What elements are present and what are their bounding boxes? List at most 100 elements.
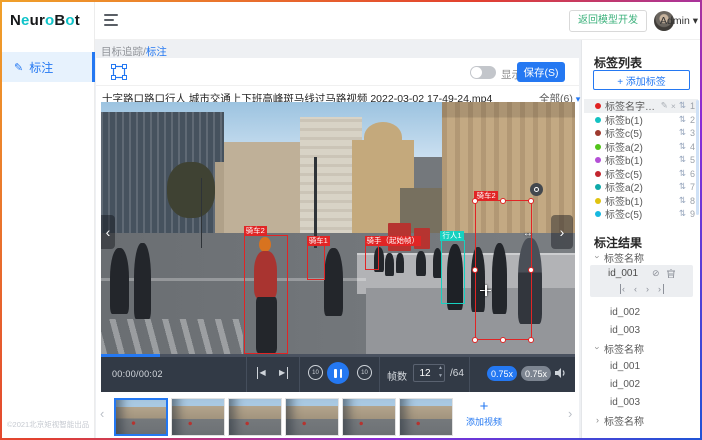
result-id-row[interactable]: id_002 [584, 304, 698, 320]
label-row[interactable]: 标签a(2) ⇅ 7 [584, 180, 698, 194]
frame-spin-down[interactable]: ▼ [437, 374, 444, 379]
add-label-button[interactable]: + 添加标签 [593, 70, 690, 90]
rewind-10-button[interactable]: 10 [308, 365, 323, 380]
sort-icon[interactable]: ⇅ [679, 127, 686, 138]
back-to-model-dev-button[interactable]: 返回模型开发 [569, 10, 647, 32]
sort-icon[interactable]: ⇅ [679, 154, 686, 165]
pause-button[interactable] [327, 362, 349, 384]
next-frame-button[interactable]: ▶ [279, 367, 288, 379]
label-order: 8 [688, 196, 695, 206]
sidebar-item-label: 标注 [29, 59, 53, 76]
chevron-left-icon: ‹ [106, 224, 111, 240]
progress-bar[interactable] [101, 354, 575, 357]
result-group[interactable]: › 标签名称 [584, 340, 698, 356]
result-id: id_002 [610, 307, 640, 318]
filmstrip-next-arrow[interactable]: › [568, 406, 572, 421]
breadcrumb-parent[interactable]: 目标追踪 [101, 46, 143, 58]
sort-icon[interactable]: ⇅ [679, 208, 686, 219]
next-icon[interactable]: › [646, 284, 649, 294]
rect-select-tool-icon[interactable] [111, 64, 127, 80]
volume-icon[interactable] [555, 367, 568, 379]
speed-pill-inactive[interactable]: 0.75x [521, 366, 551, 381]
prev-frame-button[interactable]: ◀ [257, 367, 266, 379]
result-id-row[interactable]: id_003 [584, 322, 698, 338]
scrollbar[interactable] [696, 100, 699, 215]
video-thumbnail[interactable] [228, 398, 282, 436]
forward-10-button[interactable]: 10 [357, 365, 372, 380]
label-order: 7 [688, 182, 695, 192]
move-cursor-icon [480, 285, 491, 296]
caret-down-icon: ▾ [576, 94, 581, 104]
video-next-arrow[interactable]: › [551, 215, 573, 249]
label-order: 2 [688, 115, 695, 125]
video-thumbnail[interactable] [399, 398, 453, 436]
result-id-row[interactable]: id_003 [584, 394, 698, 410]
progress-fill [101, 354, 160, 357]
label-name: 标签名字最长数... [605, 98, 658, 113]
result-group[interactable]: › 标签名称 [584, 249, 698, 265]
show-annotation-toggle[interactable] [470, 66, 496, 79]
video-thumbnail[interactable] [114, 398, 168, 436]
resize-handle[interactable] [472, 267, 478, 273]
result-id-row[interactable]: id_002 [584, 376, 698, 392]
frame-spin-up[interactable]: ▲ [437, 366, 444, 371]
scene-pole [201, 178, 203, 249]
logo-letter: N [10, 12, 21, 29]
label-row[interactable]: 标签b(1) ⇅ 5 [584, 153, 698, 167]
video-thumbnail[interactable] [342, 398, 396, 436]
delete-icon[interactable]: × [671, 101, 676, 111]
resize-handle[interactable] [500, 198, 506, 204]
bounding-box[interactable]: 骑车1 [307, 245, 325, 280]
filmstrip-prev-arrow[interactable]: ‹ [100, 406, 104, 421]
plus-icon: + [454, 398, 514, 415]
scene-person [110, 248, 129, 314]
result-id-row[interactable]: id_001 [584, 358, 698, 374]
hide-icon[interactable]: ⊘ [652, 268, 660, 279]
label-row[interactable]: 标签c(5) ⇅ 3 [584, 126, 698, 140]
label-order: 5 [688, 155, 695, 165]
prev-icon[interactable]: ‹ [634, 284, 637, 294]
sort-icon[interactable]: ⇅ [679, 168, 686, 179]
bounding-box-selected[interactable]: 骑车2 [475, 200, 532, 340]
edit-icon[interactable]: ✎ [661, 100, 668, 111]
result-group-name: 标签名称 [604, 413, 644, 428]
menu-collapse-icon[interactable] [104, 14, 118, 26]
last-frame-icon[interactable]: › [658, 284, 664, 294]
logo-letter: B [54, 12, 65, 29]
resize-handle[interactable] [528, 337, 534, 343]
label-row[interactable]: 标签c(5) ⇅ 9 [584, 207, 698, 221]
sort-icon[interactable]: ⇅ [679, 114, 686, 125]
chevron-expand-icon: › [593, 347, 603, 350]
sort-icon[interactable]: ⇅ [679, 141, 686, 152]
filmstrip: ‹ + 添加视频 › [96, 392, 579, 438]
result-group[interactable]: › 标签名称 [584, 412, 698, 428]
result-id: id_003 [610, 397, 640, 408]
caret-down-icon: ▾ [693, 15, 698, 27]
sort-icon[interactable]: ⇅ [679, 195, 686, 206]
first-frame-icon[interactable]: ‹ [620, 284, 626, 294]
bounding-box[interactable]: 行人1 [441, 240, 465, 304]
resize-handle[interactable] [528, 198, 534, 204]
label-name: 标签c(5) [605, 206, 676, 221]
trash-icon[interactable] [667, 269, 675, 278]
video-thumbnail[interactable] [285, 398, 339, 436]
save-button[interactable]: 保存(S) [517, 62, 565, 82]
sidebar-item-annotate[interactable]: ✎ 标注 [2, 52, 95, 82]
bounding-box[interactable]: 骑手（起始帧） [365, 245, 379, 270]
box-action-button[interactable] [530, 183, 543, 196]
video-prev-arrow[interactable]: ‹ [101, 215, 115, 249]
video-thumbnail[interactable] [171, 398, 225, 436]
sort-icon[interactable]: ⇅ [679, 100, 686, 111]
add-video-button[interactable]: + 添加视频 [454, 398, 514, 436]
bounding-box[interactable]: 骑车2 [244, 235, 288, 354]
sort-icon[interactable]: ⇅ [679, 181, 686, 192]
video-frame[interactable]: 骑车2 骑车1 骑手（起始帧） 行人1 骑车2 [101, 102, 575, 354]
result-group-name: 标签名称 [604, 250, 644, 265]
scene-person [324, 248, 343, 316]
result-id-selected[interactable]: id_001 ⊘ ‹ ‹ › › [590, 265, 693, 297]
speed-pill-active[interactable]: 0.75x [487, 366, 517, 381]
label-row[interactable]: 标签名字最长数... ✎ × ⇅ 1 [584, 99, 698, 113]
user-menu[interactable]: Admin ▾ [660, 15, 698, 27]
annotation-workspace: 显示标注 保存(S) 十字路口路口行人 城市交通上下班高峰斑马线过马路视频 20… [96, 58, 579, 438]
result-group-name: 标签名称 [604, 341, 644, 356]
